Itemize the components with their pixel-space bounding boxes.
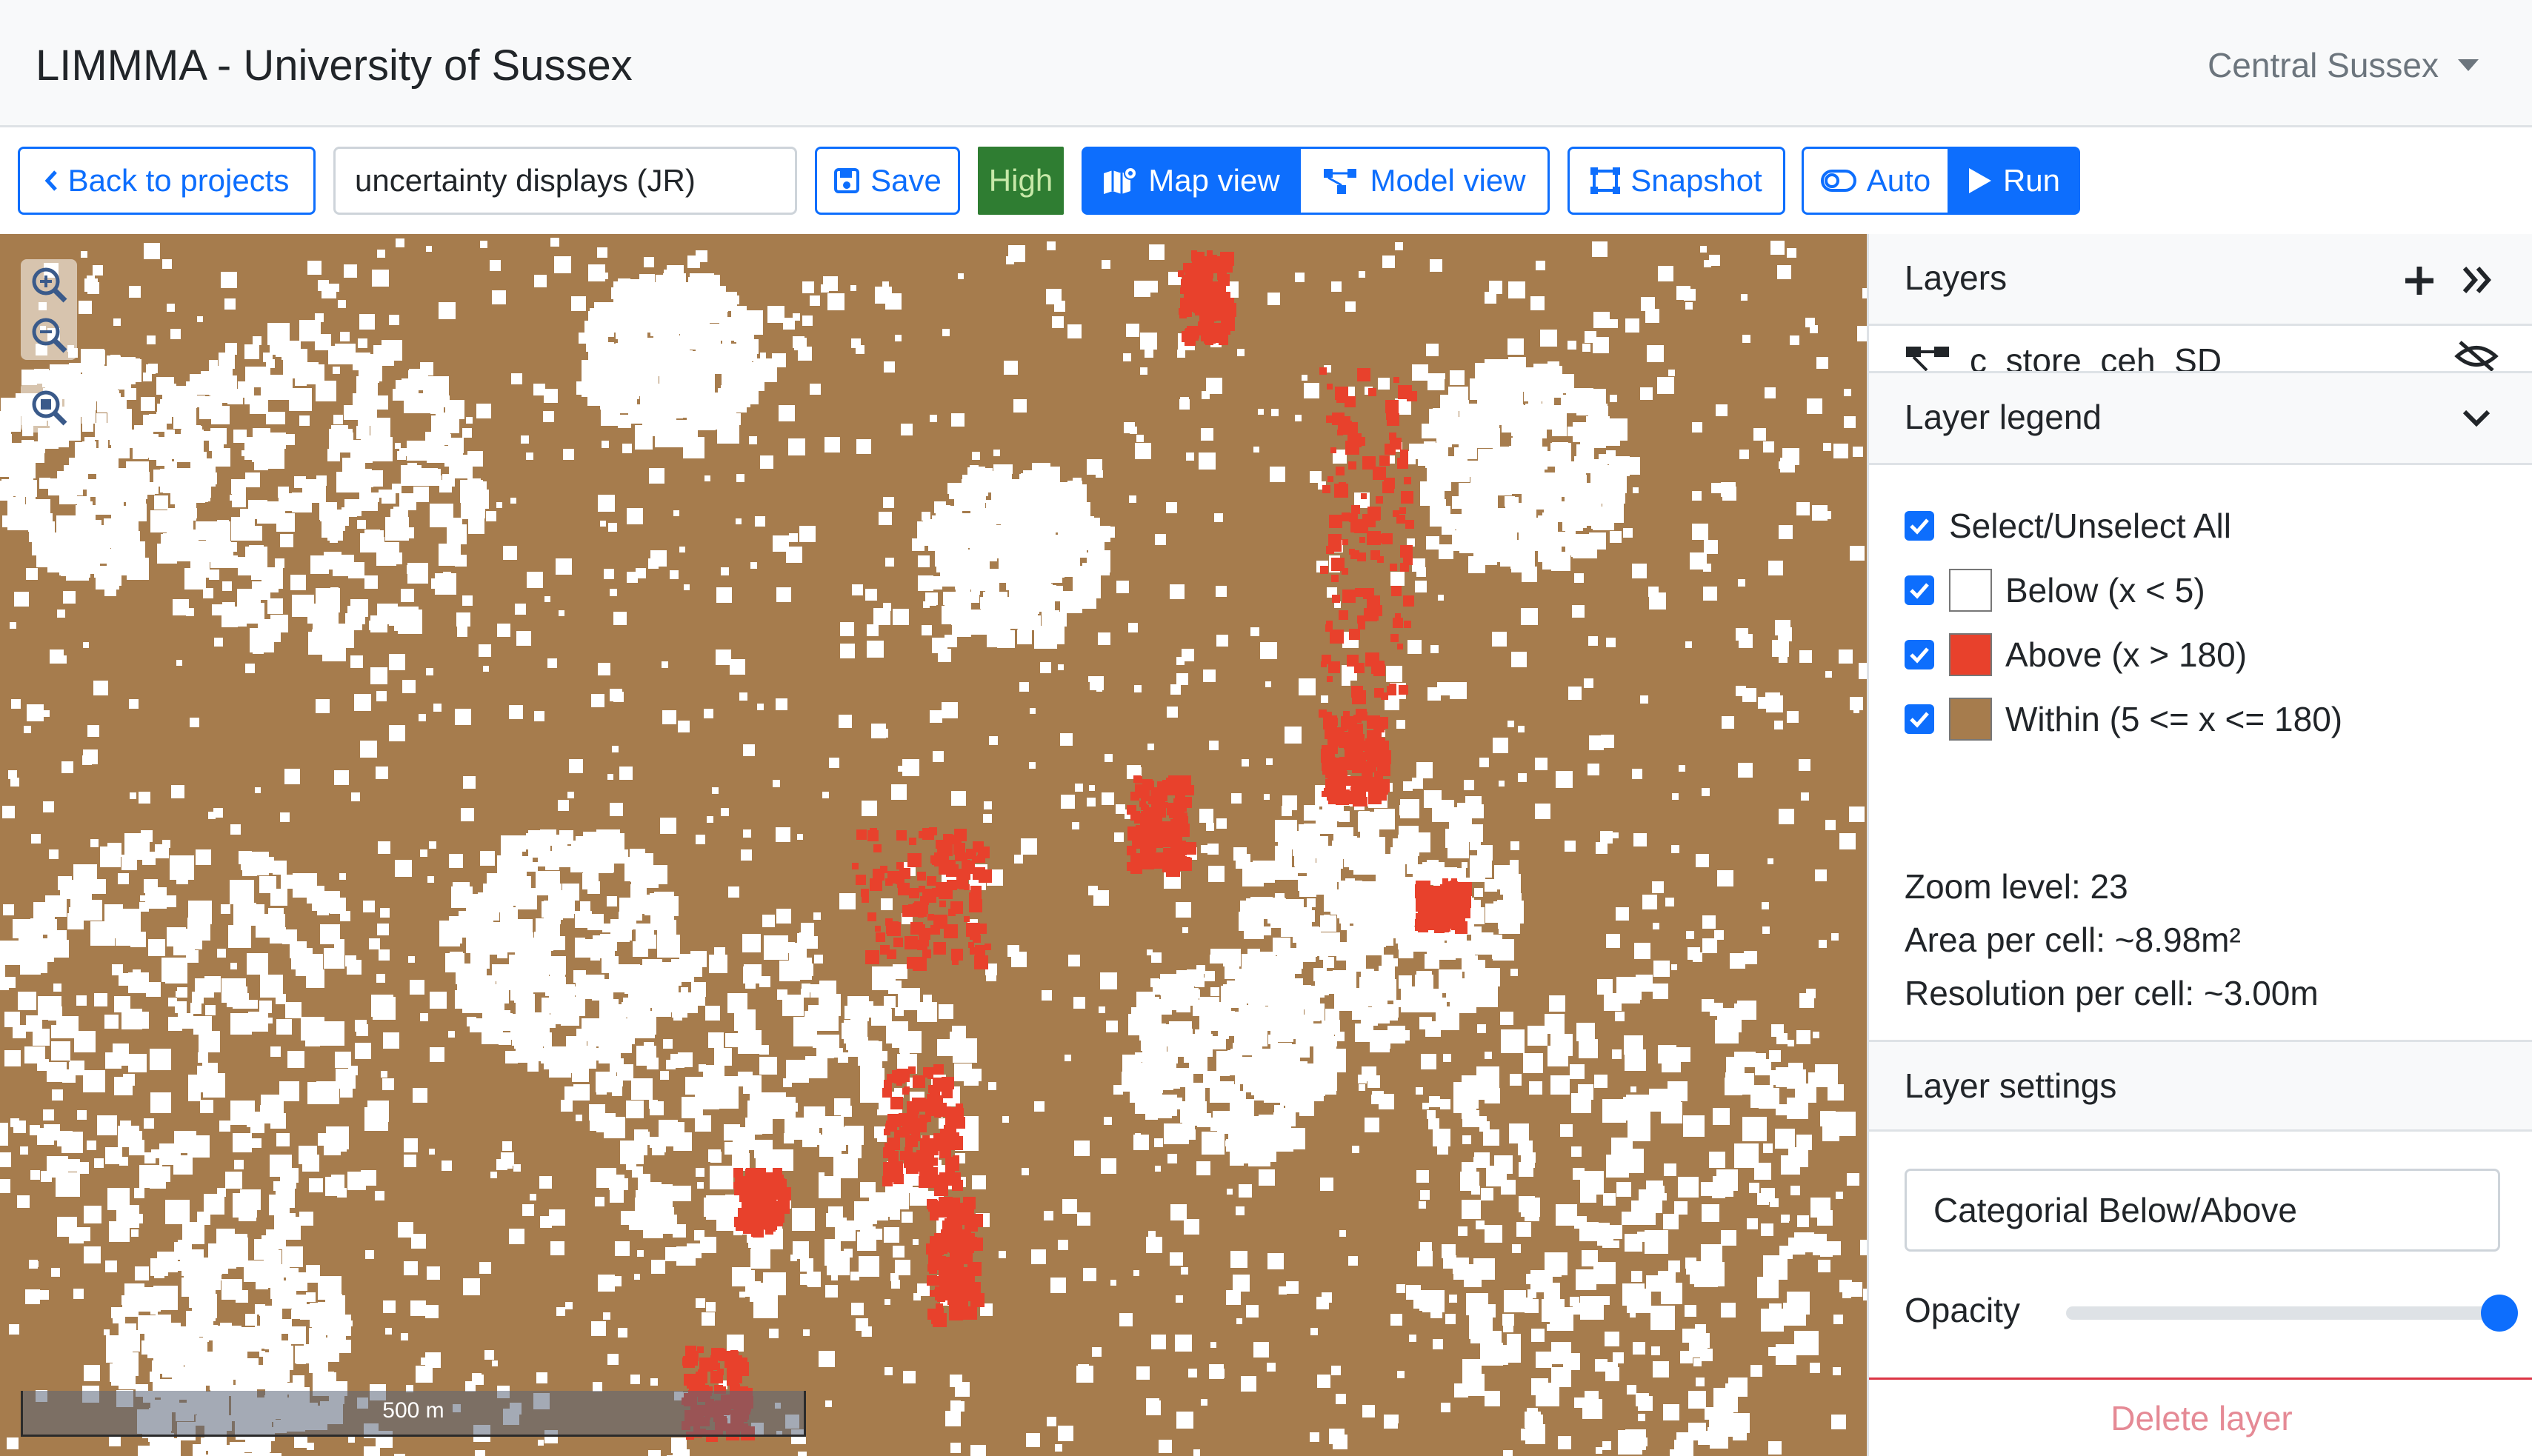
layers-title: Layers: [1905, 258, 2008, 297]
map-icon: [1104, 167, 1138, 194]
layer-legend-title: Layer legend: [1905, 398, 2102, 436]
raster-layer: [0, 234, 1867, 1456]
view-toggle-group: Map view Model view: [1082, 147, 1550, 215]
zoom-extent-control: [21, 382, 77, 433]
snapshot-icon: [1590, 167, 1621, 194]
project-toolbar: Back to projects Save High Map view: [0, 127, 2532, 234]
legend-checkbox-above[interactable]: [1905, 639, 1934, 669]
save-label: Save: [870, 163, 942, 198]
zoom-in-button[interactable]: [24, 259, 74, 310]
zoom-level-text: Zoom level: 23: [1905, 867, 2128, 906]
legend-swatch-within: [1949, 697, 1992, 741]
delete-layer-button[interactable]: Delete layer: [1869, 1377, 2532, 1456]
chevron-down-icon: [2462, 410, 2491, 427]
layer-legend: Select/Unselect All Below (x < 5) Above …: [1905, 493, 2512, 751]
opacity-label: Opacity: [1905, 1291, 2020, 1329]
zoom-out-icon: [32, 318, 67, 353]
legend-label-below: Below (x < 5): [2005, 570, 2205, 610]
back-to-projects-button[interactable]: Back to projects: [18, 147, 316, 215]
select-all-checkbox[interactable]: [1905, 510, 1934, 541]
display-mode-select[interactable]: Categorial Below/Above: [1905, 1169, 2500, 1252]
area-per-cell-text: Area per cell: ~8.98m²: [1905, 921, 2241, 959]
quality-badge[interactable]: High: [978, 147, 1064, 215]
add-layer-icon[interactable]: [2402, 264, 2436, 298]
zoom-in-icon: [32, 267, 67, 303]
scalebar-label: 500 m: [382, 1398, 444, 1423]
snapshot-button[interactable]: Snapshot: [1567, 147, 1785, 215]
toggle-icon: [1820, 170, 1856, 192]
layer-list-item[interactable]: c_store_ceh_SD: [1869, 326, 2532, 373]
layer-panel: Layers c_store_ceh_SD Layer legend Selec…: [1867, 234, 2532, 1456]
map-canvas[interactable]: 500 m: [0, 234, 1867, 1456]
select-all-row[interactable]: Select/Unselect All: [1905, 493, 2512, 558]
zoom-controls: [21, 259, 77, 360]
region-dropdown[interactable]: Central Sussex: [2208, 43, 2479, 87]
select-all-label: Select/Unselect All: [1949, 506, 2231, 545]
region-dropdown-label: Central Sussex: [2208, 46, 2439, 84]
legend-swatch-above: [1949, 632, 1992, 676]
zoom-extent-icon: [32, 390, 67, 426]
checkmark-icon: [1910, 647, 1929, 664]
map-view-button[interactable]: Map view: [1082, 147, 1301, 215]
layer-legend-header[interactable]: Layer legend: [1869, 373, 2532, 465]
run-control-group: Auto Run: [1802, 147, 2080, 215]
chevron-left-icon: [44, 170, 57, 191]
layer-settings-header: Layer settings: [1869, 1040, 2532, 1132]
zoom-out-button[interactable]: [24, 310, 74, 360]
checkmark-icon: [1910, 582, 1929, 599]
map-view-label: Map view: [1148, 163, 1280, 198]
diagram-icon: [1324, 169, 1357, 194]
legend-checkbox-within[interactable]: [1905, 704, 1934, 734]
floppy-disk-icon: [834, 168, 860, 193]
auto-label: Auto: [1866, 163, 1931, 198]
top-navbar: LIMMMA - University of Sussex Central Su…: [0, 0, 2532, 127]
layers-header: Layers: [1869, 234, 2532, 326]
legend-item-above[interactable]: Above (x > 180): [1905, 622, 2512, 687]
opacity-slider-thumb[interactable]: [2481, 1295, 2518, 1332]
legend-label-above: Above (x > 180): [2005, 635, 2248, 674]
collapse-panel-icon[interactable]: [2462, 265, 2494, 295]
legend-item-within[interactable]: Within (5 <= x <= 180): [1905, 687, 2512, 751]
legend-checkbox-below[interactable]: [1905, 575, 1934, 605]
chevron-down-icon: [2458, 59, 2479, 71]
eye-slash-icon[interactable]: [2454, 339, 2499, 373]
app-brand-title[interactable]: LIMMMA - University of Sussex: [36, 40, 633, 92]
layer-name: c_store_ceh_SD: [1970, 341, 2222, 373]
layer-model-icon: [1906, 347, 1949, 371]
legend-label-within: Within (5 <= x <= 180): [2005, 699, 2343, 738]
opacity-slider-track[interactable]: [2066, 1306, 2496, 1320]
run-label: Run: [2002, 163, 2061, 198]
zoom-to-extent-button[interactable]: [24, 382, 74, 433]
display-mode-value: Categorial Below/Above: [1933, 1191, 2297, 1229]
save-button[interactable]: Save: [815, 147, 960, 215]
layer-settings-title: Layer settings: [1905, 1066, 2117, 1105]
resolution-per-cell-text: Resolution per cell: ~3.00m: [1905, 974, 2319, 1012]
checkmark-icon: [1910, 711, 1929, 728]
auto-toggle-button[interactable]: Auto: [1802, 147, 1950, 215]
model-view-label: Model view: [1370, 163, 1526, 198]
delete-layer-label: Delete layer: [2110, 1398, 2293, 1437]
play-icon: [1968, 168, 1991, 193]
legend-item-below[interactable]: Below (x < 5): [1905, 558, 2512, 622]
model-view-button[interactable]: Model view: [1301, 147, 1550, 215]
project-title-input[interactable]: [333, 147, 797, 215]
map-scalebar: 500 m: [21, 1391, 806, 1437]
snapshot-label: Snapshot: [1630, 163, 1762, 198]
checkmark-icon: [1910, 518, 1929, 535]
back-to-projects-label: Back to projects: [67, 163, 290, 198]
run-button[interactable]: Run: [1950, 147, 2080, 215]
legend-swatch-below: [1949, 568, 1992, 612]
